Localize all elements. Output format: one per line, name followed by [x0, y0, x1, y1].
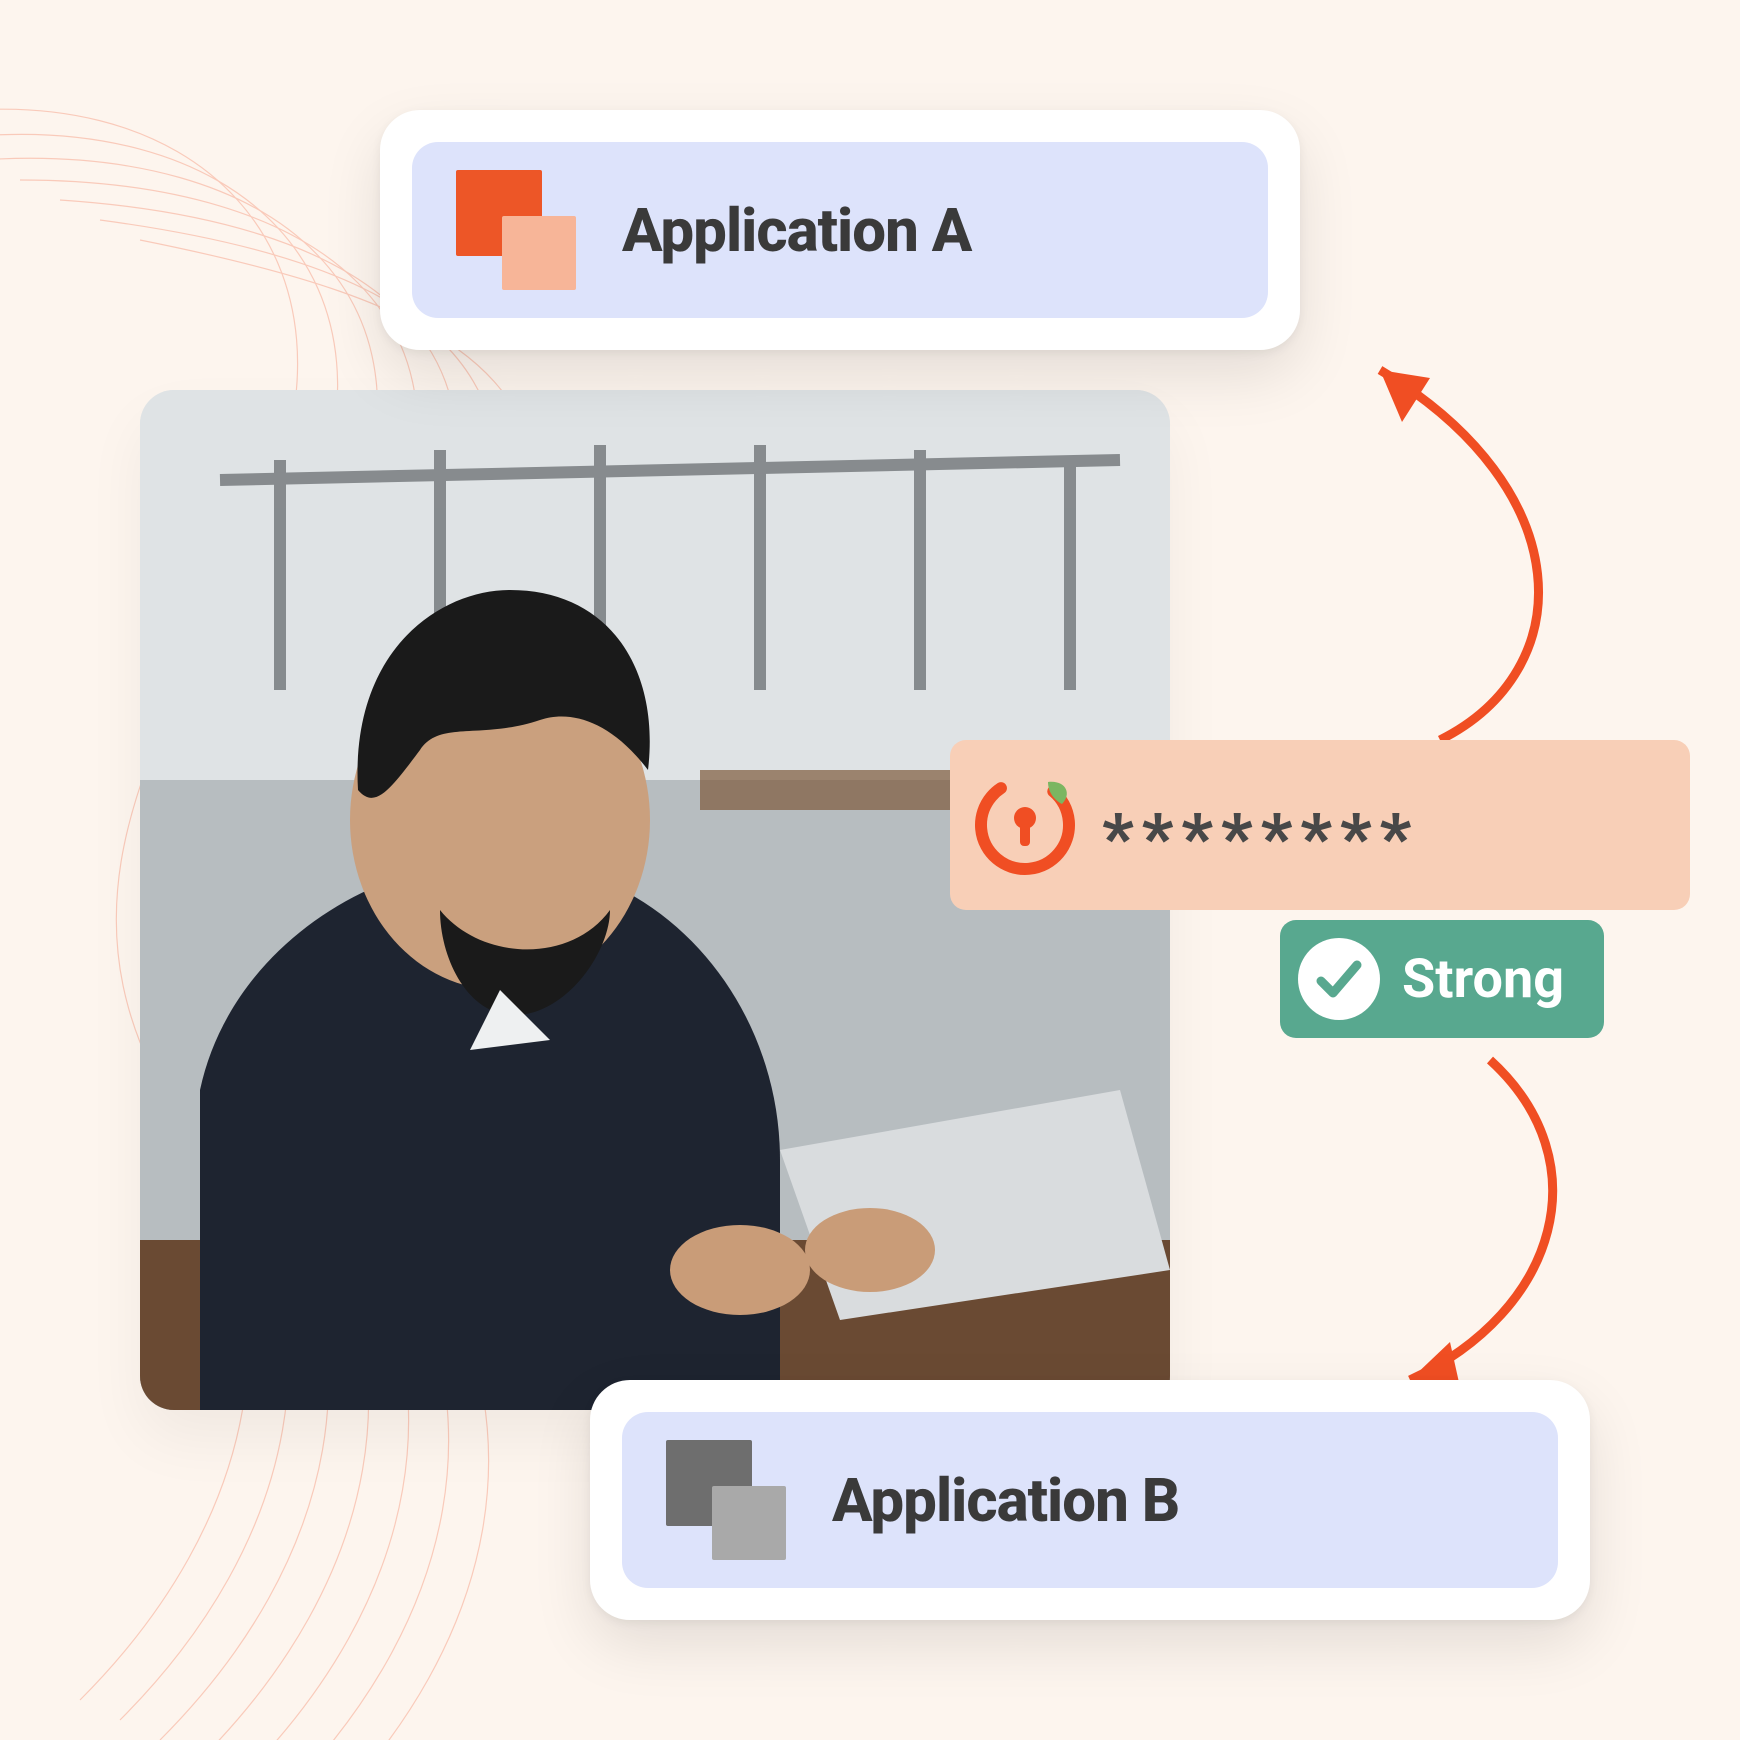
- app-b-label: Application B: [832, 1465, 1179, 1536]
- check-icon: [1298, 938, 1380, 1020]
- password-field: ********: [950, 740, 1690, 910]
- application-card-a: Application A: [380, 110, 1300, 350]
- password-strength-label: Strong: [1402, 948, 1564, 1011]
- arrow-to-app-b: [1300, 1050, 1620, 1410]
- password-mask: ********: [1102, 778, 1419, 872]
- application-card-b: Application B: [590, 1380, 1590, 1620]
- app-a-label: Application A: [622, 195, 971, 266]
- app-b-icon: [666, 1440, 786, 1560]
- app-a-icon: [456, 170, 576, 290]
- password-strength-badge: Strong: [1280, 920, 1604, 1038]
- password-manager-icon: [970, 770, 1080, 880]
- arrow-to-app-a: [1280, 330, 1600, 750]
